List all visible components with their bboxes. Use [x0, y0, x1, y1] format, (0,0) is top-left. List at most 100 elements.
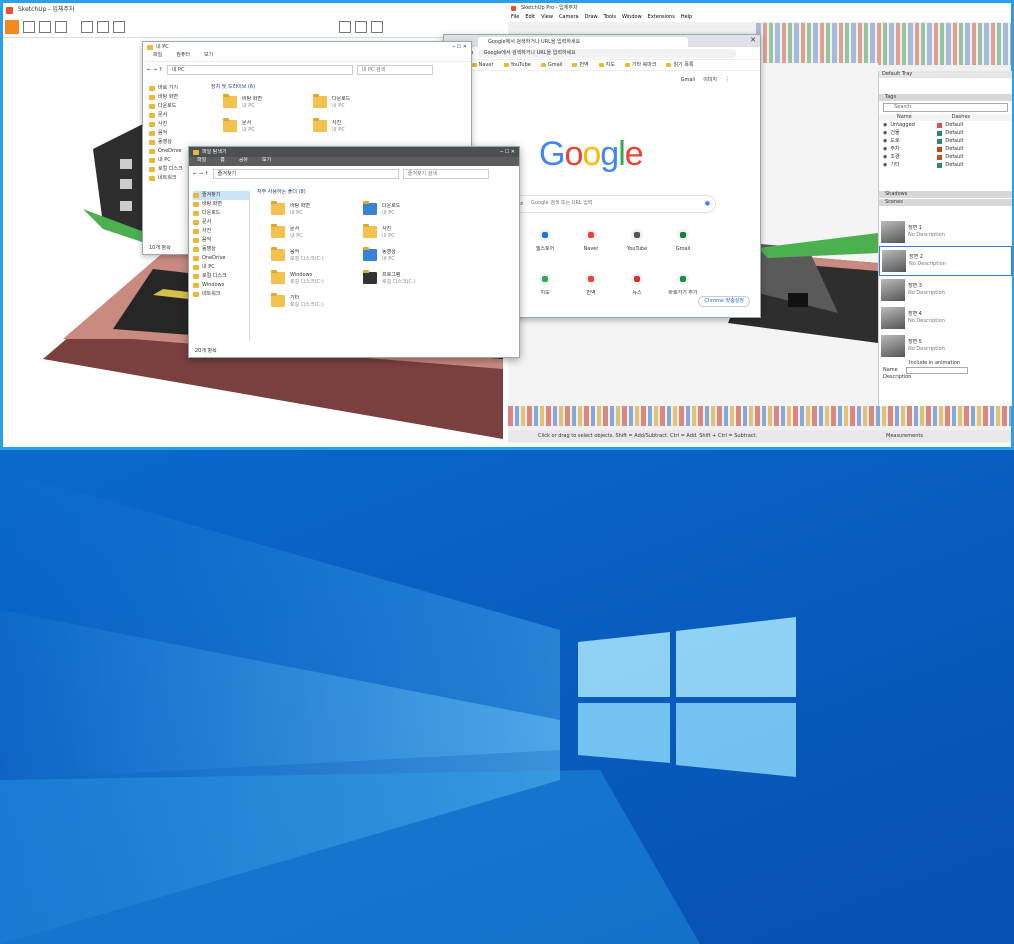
menu-draw[interactable]: Draw: [585, 13, 598, 22]
sidebar-item[interactable]: 바로 가기: [149, 84, 205, 93]
sidebar-item[interactable]: 다운로드: [193, 209, 249, 218]
bookmark-item[interactable]: 지도: [598, 62, 615, 69]
google-search-box[interactable]: ⌕ Google 검색 또는 URL 입력 ●: [514, 195, 716, 213]
sidebar-item[interactable]: 바탕 화면: [149, 93, 205, 102]
sidebar-item[interactable]: 바탕 화면: [193, 200, 249, 209]
scene-item[interactable]: 장면 1 No Description: [879, 218, 1012, 246]
folder-item[interactable]: 기타 로컬 디스크(C:): [271, 293, 363, 309]
tag-color-swatch[interactable]: [937, 122, 943, 128]
sidebar-item[interactable]: 사진: [193, 227, 249, 236]
apps-icon[interactable]: ⋮: [725, 77, 730, 84]
scene-item[interactable]: 장면 5 No Description: [879, 332, 1012, 360]
tag-row[interactable]: ◉ Untagged Default: [879, 121, 1012, 129]
scenes-panel-title[interactable]: Scenes: [879, 199, 1012, 206]
folder-item[interactable]: 다운로드 내 PC: [313, 94, 403, 110]
folder-item[interactable]: 바탕 화면 내 PC: [271, 201, 363, 217]
sidebar-item[interactable]: 네트워크: [193, 290, 249, 299]
tag-color-swatch[interactable]: [937, 138, 943, 144]
shortcut-tile[interactable]: Gmail: [670, 229, 696, 253]
folder-item[interactable]: 프로그램 로컬 디스크(C:): [363, 270, 455, 286]
shortcut-tile[interactable]: Naver: [578, 229, 604, 253]
tag-row[interactable]: ◉ 도로 Default: [879, 137, 1012, 145]
bookmark-item[interactable]: 읽기 목록: [666, 62, 693, 69]
folder-item[interactable]: 문서 내 PC: [271, 224, 363, 240]
tags-panel-title[interactable]: Tags: [879, 94, 1012, 101]
visibility-icon[interactable]: ◉: [883, 138, 887, 145]
explorer2-search[interactable]: 즐겨찾기 검색: [402, 169, 489, 179]
tags-search-input[interactable]: Search: [883, 103, 1008, 112]
folder-item[interactable]: 동영상 내 PC: [363, 247, 455, 263]
images-link[interactable]: 이미지: [703, 77, 717, 84]
bookmark-item[interactable]: 번역: [572, 62, 589, 69]
voice-search-icon[interactable]: ●: [705, 199, 710, 208]
folder-item[interactable]: 사진 내 PC: [313, 118, 403, 134]
ribbon-tab[interactable]: 파일: [153, 52, 162, 61]
tag-color-swatch[interactable]: [937, 146, 943, 152]
sidebar-item[interactable]: 로컬 디스크: [193, 272, 249, 281]
visibility-icon[interactable]: ◉: [883, 146, 887, 153]
bookmark-item[interactable]: Naver: [471, 62, 494, 69]
sidebar-item[interactable]: 즐겨찾기: [193, 191, 249, 200]
explorer1-search[interactable]: 내 PC 검색: [356, 65, 433, 75]
sidebar-item[interactable]: 내 PC: [193, 263, 249, 272]
menu-camera[interactable]: Camera: [559, 13, 579, 22]
shortcut-tile[interactable]: 뉴스: [624, 273, 650, 297]
visibility-icon[interactable]: ◉: [883, 154, 887, 161]
scene-item[interactable]: 장면 2 No Description: [879, 246, 1012, 276]
sidebar-item[interactable]: 동영상: [193, 245, 249, 254]
sidebar-item[interactable]: 음악: [193, 236, 249, 245]
back-icon[interactable]: ← → ↑: [193, 170, 209, 179]
scene-item[interactable]: 장면 4 No Description: [879, 304, 1012, 332]
tool-icon[interactable]: [81, 21, 93, 33]
menu-help[interactable]: Help: [681, 13, 692, 22]
folder-item[interactable]: Windows 로컬 디스크(C:): [271, 270, 363, 286]
sidebar-item[interactable]: 문서: [193, 218, 249, 227]
sidebar-item[interactable]: 문서: [149, 111, 205, 120]
ribbon-tab[interactable]: 보기: [204, 52, 213, 61]
tool-icon[interactable]: [39, 21, 51, 33]
tool-icon[interactable]: [97, 21, 109, 33]
folder-item[interactable]: 다운로드 내 PC: [363, 201, 455, 217]
sidebar-item[interactable]: Windows: [193, 281, 249, 290]
scene-item[interactable]: 장면 3 No Description: [879, 276, 1012, 304]
chrome-customize-button[interactable]: Chrome 맞춤설정: [698, 296, 750, 307]
folder-item[interactable]: 바탕 화면 내 PC: [223, 94, 313, 110]
tool-icon[interactable]: [113, 21, 125, 33]
ribbon-tab[interactable]: 보기: [262, 157, 271, 166]
bookmark-item[interactable]: Gmail: [540, 62, 562, 69]
sketchup-right-toolbar-top[interactable]: [756, 23, 1011, 65]
explorer1-address-bar[interactable]: 내 PC: [166, 65, 353, 75]
chrome-tab[interactable]: Google에서 검색하거나 URL을 입력하세요: [478, 37, 688, 47]
explorer-window-2[interactable]: 파일 탐색기 ─ ☐ ✕ 파일 홈 공유 보기 ← → ↑ 즐겨찾기 즐겨찾기 검색 …: [188, 146, 520, 358]
window-controls[interactable]: ─ ☐ ✕: [500, 148, 515, 157]
select-tool-icon[interactable]: [5, 20, 19, 34]
tag-row[interactable]: ◉ 기타 Default: [879, 161, 1012, 169]
chrome-address-bar[interactable]: Google에서 검색하거나 URL을 입력하세요: [477, 48, 736, 58]
tag-row[interactable]: ◉ 건물 Default: [879, 129, 1012, 137]
sidebar-item[interactable]: 음악: [149, 129, 205, 138]
tool-icon[interactable]: [339, 21, 351, 33]
tag-color-swatch[interactable]: [937, 130, 943, 136]
sketchup-right-toolbar-bottom[interactable]: [508, 406, 1011, 426]
menu-file[interactable]: File: [511, 13, 519, 22]
tool-icon[interactable]: [55, 21, 67, 33]
visibility-icon[interactable]: ◉: [883, 122, 887, 129]
sidebar-item[interactable]: 사진: [149, 120, 205, 129]
sidebar-item[interactable]: 다운로드: [149, 102, 205, 111]
sidebar-item[interactable]: OneDrive: [193, 254, 249, 263]
ribbon-tab[interactable]: 파일: [197, 157, 206, 166]
shadows-panel-title[interactable]: Shadows: [879, 191, 1012, 198]
bookmark-item[interactable]: YouTube: [503, 62, 531, 69]
shortcut-tile[interactable]: 번역: [578, 273, 604, 297]
gmail-link[interactable]: Gmail: [681, 77, 696, 84]
tool-icon[interactable]: [371, 21, 383, 33]
tool-icon[interactable]: [355, 21, 367, 33]
menu-window[interactable]: Window: [622, 13, 642, 22]
tag-row[interactable]: ◉ 주차 Default: [879, 145, 1012, 153]
folder-item[interactable]: 사진 내 PC: [363, 224, 455, 240]
visibility-icon[interactable]: ◉: [883, 162, 887, 169]
folder-item[interactable]: 음악 로컬 디스크(C:): [271, 247, 363, 263]
tag-color-swatch[interactable]: [937, 154, 943, 160]
tag-row[interactable]: ◉ 조경 Default: [879, 153, 1012, 161]
ribbon-tab[interactable]: 공유: [239, 157, 248, 166]
